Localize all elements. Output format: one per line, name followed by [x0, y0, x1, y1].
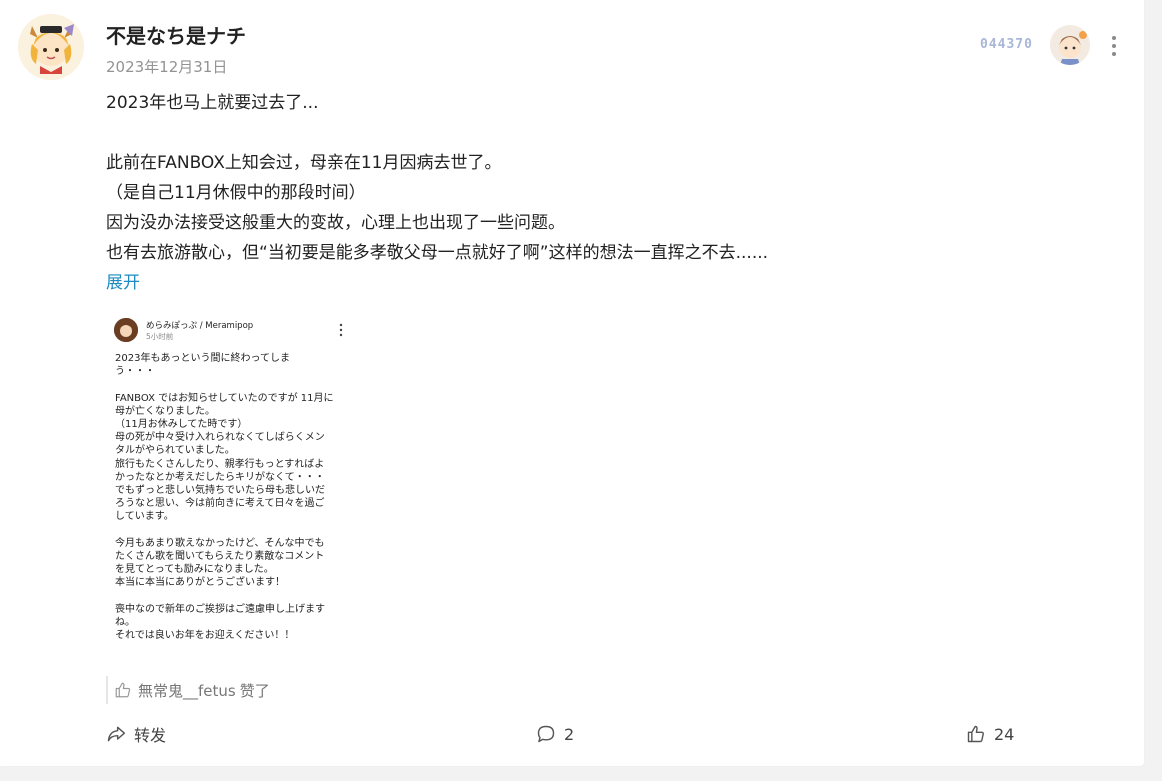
like-count: 24 [994, 724, 1015, 744]
repost-label: 转发 [134, 726, 167, 745]
post-card: 不是なち是ナチ 2023年12月31日 044370 2023年也马上就要过去了… [0, 0, 1144, 766]
embed-line: 本当に本当にありがとうございます！ [115, 577, 285, 589]
embed-time: 5小时前 [146, 332, 174, 341]
expand-link[interactable]: 展开 [106, 268, 768, 298]
embed-line: FANBOX ではお知らせしていたのですが 11月に [115, 392, 334, 404]
share-icon [107, 726, 126, 742]
embed-more-icon [338, 322, 344, 337]
user-avatar[interactable] [18, 14, 84, 80]
embed-name: めらみぽっぷ / Meramipop [146, 321, 254, 331]
embed-line: 喪中なので新年のご挨拶はご遠慮申し上げます [115, 603, 325, 615]
username[interactable]: 不是なち是ナチ [106, 20, 246, 49]
embed-line [115, 590, 334, 603]
embed-avatar [114, 318, 138, 342]
embed-line: 今月もあまり歌えなかったけど、そんな中でも [115, 537, 325, 549]
thumbs-up-icon [967, 725, 984, 743]
embed-line [115, 378, 334, 391]
embed-line: う・・・ [115, 366, 155, 378]
likes-summary: 無常鬼__fetus 赞了 [106, 676, 270, 704]
embed-line: 旅行もたくさんしたり、親孝行もっとすればよ [115, 458, 325, 470]
embed-line: かったなとか考えだしたらキリがなくて・・・ [115, 471, 325, 483]
more-options-icon[interactable] [1104, 34, 1124, 58]
liker-name[interactable]: 無常鬼__fetus [138, 680, 236, 701]
post-content-line: 此前在FANBOX上知会过，母亲在11月因病去世了。 [106, 153, 502, 173]
embed-line: （11月お休みしてた時です） [115, 419, 248, 430]
embed-avatar-illustration [114, 318, 138, 342]
post-content-line: 也有去旅游散心，但“当初要是能多孝敬父母一点就好了啊”这样的想法一直挥之不去..… [106, 243, 769, 263]
user-avatar-illustration [18, 14, 84, 80]
embed-line [115, 524, 334, 537]
thumbs-up-icon [115, 682, 131, 698]
post-content-line: 2023年也马上就要过去了... [106, 93, 319, 113]
post-content-line [106, 118, 768, 148]
post-content-line: 因为没办法接受这般重大的变故，心理上也出现了一些问题。 [106, 213, 565, 233]
embed-line: を見てとっても励みになりました。 [115, 564, 274, 576]
fan-badge-illustration [1050, 25, 1090, 65]
fan-badge-avatar [1050, 25, 1090, 65]
embedded-screenshot[interactable]: めらみぽっぷ / Meramipop 5小时前 2023年もあっという間に終わっ… [106, 310, 352, 662]
embed-line: ろうなと思い、今は前向きに考えて日々を過ご [115, 498, 325, 510]
fan-badge[interactable]: 044370 [972, 25, 1090, 65]
embed-line: タルがやられていました。 [115, 445, 235, 457]
embed-line: ね。 [115, 617, 135, 629]
comment-button[interactable]: 2 [536, 722, 574, 746]
liked-suffix: 赞了 [239, 681, 270, 700]
post-content-line: （是自己11月休假中的那段时间） [106, 183, 366, 203]
comment-icon [537, 725, 555, 743]
embed-line: しています。 [115, 511, 174, 523]
fan-badge-number: 044370 [980, 37, 1033, 52]
embed-line: でもずっと悲しい気持ちでいたら母も悲しいだ [115, 485, 325, 497]
repost-button[interactable]: 转发 [106, 722, 166, 746]
embed-line: 母が亡くなりました。 [115, 405, 215, 417]
like-button[interactable]: 24 [966, 722, 1014, 746]
embed-line: それでは良いお年をお迎えください！！ [115, 630, 295, 642]
post-date[interactable]: 2023年12月31日 [106, 56, 227, 77]
comment-count: 2 [564, 724, 575, 744]
embed-line: 2023年もあっという間に終わってしま [115, 353, 290, 364]
post-content: 2023年也马上就要过去了... 此前在FANBOX上知会过，母亲在11月因病去… [106, 88, 768, 298]
embed-line: 母の死が中々受け入れられなくてしばらくメン [115, 432, 325, 444]
embed-body: 2023年もあっという間に終わってしま う・・・ FANBOX ではお知らせして… [115, 352, 334, 642]
embed-line: たくさん歌を聞いてもらえたり素敵なコメント [115, 551, 325, 563]
